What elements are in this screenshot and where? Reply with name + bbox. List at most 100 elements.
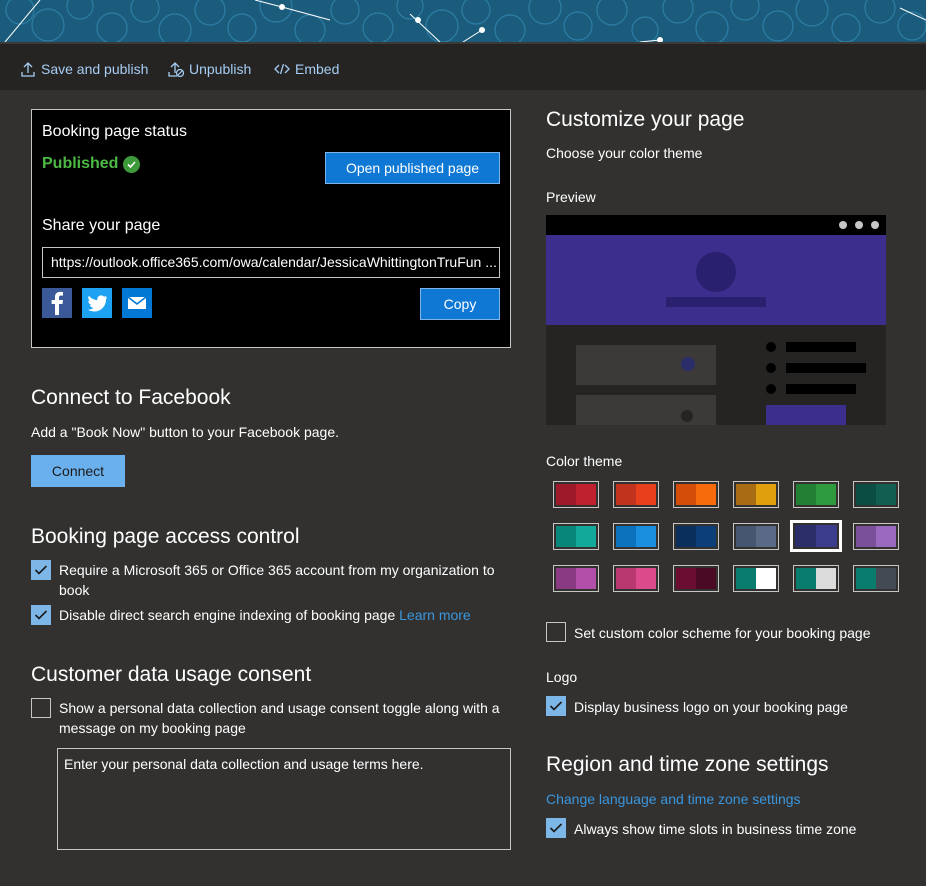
color-theme-swatch[interactable] [793, 481, 839, 508]
swatch-secondary-color [576, 484, 596, 505]
consent-label: Show a personal data collection and usag… [59, 698, 500, 738]
preview-dot [871, 221, 879, 229]
color-theme-swatch[interactable] [853, 523, 899, 550]
swatch-secondary-color [696, 484, 716, 505]
swatch-primary-color [616, 526, 636, 547]
unpublish-label: Unpublish [189, 61, 252, 77]
swatch-primary-color [736, 484, 756, 505]
require-account-checkbox[interactable] [31, 560, 51, 580]
facebook-section-title: Connect to Facebook [31, 386, 231, 409]
color-theme-swatch[interactable] [733, 481, 779, 508]
color-theme-swatch[interactable] [673, 481, 719, 508]
swatch-secondary-color [756, 484, 776, 505]
color-theme-swatch[interactable] [673, 523, 719, 550]
connect-button[interactable]: Connect [31, 455, 125, 487]
color-theme-swatch[interactable] [553, 565, 599, 592]
swatch-secondary-color [876, 568, 896, 589]
preview-button [766, 405, 846, 425]
swatch-primary-color [556, 484, 576, 505]
preview-line [786, 363, 866, 373]
twitter-icon[interactable] [82, 288, 112, 318]
save-and-publish-button[interactable]: Save and publish [20, 58, 148, 80]
embed-button[interactable]: Embed [274, 58, 339, 80]
preview-bullet [766, 384, 776, 394]
color-theme-swatch[interactable] [733, 565, 779, 592]
swatch-secondary-color [696, 526, 716, 547]
share-title: Share your page [42, 217, 161, 234]
swatch-primary-color [796, 568, 816, 589]
display-logo-checkbox[interactable] [546, 696, 566, 716]
swatch-primary-color [795, 525, 816, 547]
swatch-secondary-color [876, 526, 896, 547]
color-theme-swatch[interactable] [553, 481, 599, 508]
always-show-time-slots-checkbox[interactable] [546, 818, 566, 838]
preview-dot [839, 221, 847, 229]
check-icon [549, 701, 563, 711]
always-show-time-slots-label: Always show time slots in business time … [574, 821, 857, 837]
swatch-secondary-color [636, 526, 656, 547]
checkmark-circle-icon [123, 155, 141, 173]
display-logo-label: Display business logo on your booking pa… [574, 699, 848, 715]
check-icon [34, 610, 48, 620]
swatch-secondary-color [636, 568, 656, 589]
swatch-primary-color [556, 526, 576, 547]
custom-color-scheme-label: Set custom color scheme for your booking… [574, 625, 871, 641]
swatch-primary-color [736, 568, 756, 589]
unpublish-icon [168, 62, 184, 77]
access-control-title: Booking page access control [31, 525, 300, 548]
preview-top-bar [546, 215, 886, 235]
preview-label: Preview [546, 189, 596, 205]
color-theme-swatch[interactable] [853, 481, 899, 508]
color-theme-swatch[interactable] [613, 565, 659, 592]
consent-toggle-checkbox[interactable] [31, 698, 51, 718]
facebook-description: Add a "Book Now" button to your Facebook… [31, 424, 340, 440]
preview-name-bar [666, 297, 766, 307]
preview-card-dot [681, 357, 695, 371]
swatch-secondary-color [696, 568, 716, 589]
swatch-primary-color [556, 568, 576, 589]
color-theme-swatch[interactable] [733, 523, 779, 550]
swatch-primary-color [676, 568, 696, 589]
learn-more-link[interactable]: Learn more [399, 607, 471, 623]
color-theme-swatch[interactable] [673, 565, 719, 592]
consent-title: Customer data usage consent [31, 663, 312, 686]
customize-subtitle: Choose your color theme [546, 145, 703, 161]
require-account-label: Require a Microsoft 365 or Office 365 ac… [59, 560, 495, 600]
custom-color-scheme-checkbox[interactable] [546, 622, 566, 642]
color-theme-swatch[interactable] [790, 520, 842, 552]
swatch-secondary-color [576, 568, 596, 589]
color-theme-label: Color theme [546, 453, 623, 469]
color-theme-swatch[interactable] [553, 523, 599, 550]
copy-button[interactable]: Copy [420, 288, 500, 320]
upload-icon [21, 62, 35, 77]
disable-indexing-label: Disable direct search engine indexing of… [59, 607, 396, 623]
swatch-primary-color [616, 484, 636, 505]
color-theme-swatch[interactable] [853, 565, 899, 592]
require-account-line2: book [59, 582, 90, 598]
header-banner [0, 0, 926, 42]
booking-url-field[interactable]: https://outlook.office365.com/owa/calend… [42, 247, 500, 278]
swatch-primary-color [856, 568, 876, 589]
swatch-primary-color [856, 484, 876, 505]
disable-indexing-checkbox[interactable] [31, 605, 51, 625]
color-theme-swatch[interactable] [613, 481, 659, 508]
preview-bullet [766, 342, 776, 352]
swatch-secondary-color [756, 526, 776, 547]
facebook-icon[interactable] [42, 288, 72, 318]
swatch-primary-color [796, 484, 816, 505]
mail-icon[interactable] [122, 288, 152, 318]
color-theme-swatch[interactable] [793, 565, 839, 592]
change-language-link[interactable]: Change language and time zone settings [546, 789, 801, 809]
swatch-secondary-color [816, 484, 836, 505]
check-icon [34, 565, 48, 575]
save-and-publish-label: Save and publish [41, 61, 149, 77]
command-bar: Save and publish Unpublish Embed [0, 42, 926, 90]
color-theme-swatch[interactable] [613, 523, 659, 550]
open-published-page-button[interactable]: Open published page [325, 152, 500, 184]
preview-card-dot [681, 410, 693, 422]
consent-terms-textarea[interactable]: Enter your personal data collection and … [57, 748, 511, 850]
unpublish-button[interactable]: Unpublish [168, 58, 251, 80]
disable-indexing-row: Disable direct search engine indexing of… [59, 605, 471, 625]
consent-line2: message on my booking page [59, 720, 246, 736]
swatch-primary-color [616, 568, 636, 589]
